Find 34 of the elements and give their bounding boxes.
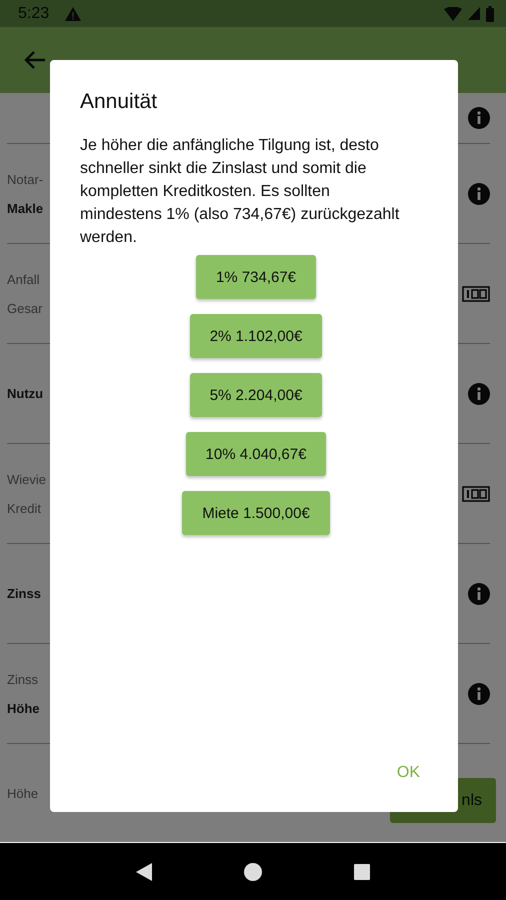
option-button[interactable]: 10% 4.040,67€ <box>186 432 326 476</box>
recents-icon[interactable] <box>354 864 370 880</box>
field-label: Kredit <box>7 500 41 516</box>
info-icon[interactable] <box>468 182 490 205</box>
dialog-title: Annuität <box>80 90 158 114</box>
field-label: Anfall <box>7 272 40 287</box>
info-icon[interactable] <box>468 682 490 705</box>
option-button[interactable]: Miete 1.500,00€ <box>182 491 330 535</box>
info-icon[interactable] <box>468 107 490 130</box>
dialog-message: Je höher die anfängliche Tilgung ist, desto schneller sinkt die Zinslast und somit die kompletten Kreditkosten. Es sollten mindestens 1% (also 734,67€) zurückgezahlt werden. <box>80 136 400 248</box>
field-label: Gesar <box>7 300 42 316</box>
field-label: Notar- <box>7 172 44 187</box>
field-label: Zinss <box>7 586 41 602</box>
battery-icon <box>486 6 494 22</box>
number-input-icon[interactable] <box>462 486 490 502</box>
wifi-icon <box>444 6 462 21</box>
home-icon[interactable] <box>244 862 262 881</box>
number-input-icon[interactable] <box>462 286 490 302</box>
warning-icon <box>65 6 82 21</box>
field-label: Wievie <box>7 472 46 487</box>
field-label: Makle <box>7 200 44 216</box>
field-label: Höhe <box>7 700 40 716</box>
back-arrow-icon[interactable] <box>24 50 46 70</box>
info-icon[interactable] <box>468 382 490 405</box>
field-label: Zinss <box>7 672 38 687</box>
field-label: Nutzu <box>7 386 44 402</box>
field-label: Höhe <box>7 786 38 802</box>
option-button[interactable]: 2% 1.102,00€ <box>190 314 322 358</box>
signal-icon <box>468 7 480 20</box>
back-icon[interactable] <box>136 862 152 881</box>
status-time: 5:23 <box>18 4 50 23</box>
option-button[interactable]: 5% 2.204,00€ <box>190 373 322 417</box>
info-icon[interactable] <box>468 582 490 605</box>
option-button[interactable]: 1% 734,67€ <box>196 255 316 299</box>
